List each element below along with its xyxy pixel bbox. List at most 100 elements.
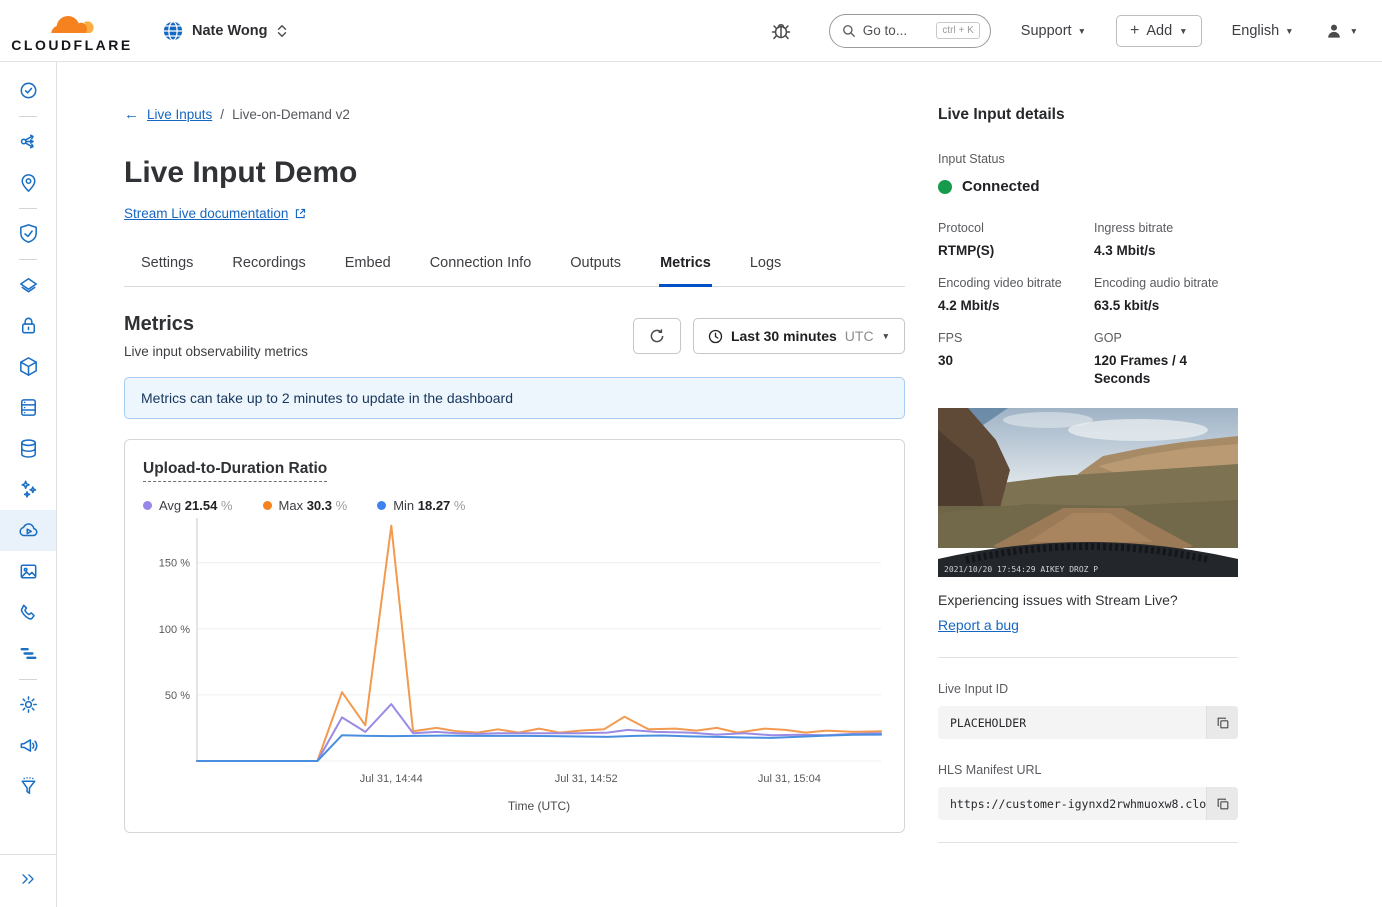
- upload-duration-chart-card: Upload-to-Duration Ratio Avg 21.54 %Max …: [124, 439, 905, 833]
- time-range-label: Last 30 minutes: [731, 328, 837, 344]
- sidebar-item-shield[interactable]: [0, 213, 56, 254]
- sidebar-item-network[interactable]: [0, 121, 56, 162]
- product-sidebar: [0, 62, 57, 907]
- svg-text:Jul 31, 15:04: Jul 31, 15:04: [758, 773, 821, 785]
- time-range-timezone: UTC: [845, 328, 874, 344]
- bars-icon: [17, 642, 40, 665]
- svg-text:Time (UTC): Time (UTC): [508, 799, 570, 813]
- live-input-id-value[interactable]: PLACEHOLDER: [938, 706, 1206, 739]
- divider: [938, 842, 1238, 843]
- sidebar-item-stream[interactable]: [0, 510, 56, 551]
- sidebar-expand-button[interactable]: [0, 854, 56, 907]
- sidebar-item-time-travel[interactable]: [0, 70, 56, 111]
- layers-bolt-icon: [17, 273, 40, 296]
- back-arrow-icon[interactable]: ←: [124, 106, 139, 123]
- live-preview-thumbnail[interactable]: 2021/10/20 17:54:29 AIKEY DROZ P: [938, 408, 1238, 577]
- svg-text:Jul 31, 14:44: Jul 31, 14:44: [360, 773, 423, 785]
- sidebar-item-database[interactable]: [0, 428, 56, 469]
- tab-settings[interactable]: Settings: [140, 249, 194, 287]
- sidebar-divider: [0, 674, 56, 684]
- chevron-down-icon: ▼: [882, 331, 890, 341]
- upload-duration-line-chart[interactable]: 50 % 100 % 150 % Jul 31, 14:44 Jul 31, 14:52…: [143, 513, 888, 817]
- tab-outputs[interactable]: Outputs: [569, 249, 622, 287]
- support-label: Support: [1021, 23, 1072, 39]
- account-name: Nate Wong: [192, 23, 267, 39]
- clock-icon: [708, 329, 723, 344]
- sidebar-divider: [0, 254, 56, 264]
- time-range-dropdown[interactable]: Last 30 minutes UTC ▼: [693, 318, 905, 354]
- detail-protocol: ProtocolRTMP(S): [938, 221, 1082, 260]
- breadcrumb-live-inputs-link[interactable]: Live Inputs: [147, 107, 212, 122]
- issues-question: Experiencing issues with Stream Live?: [938, 592, 1238, 608]
- sidebar-item-server[interactable]: [0, 387, 56, 428]
- bug-report-icon[interactable]: [769, 18, 793, 44]
- funnel-icon: [17, 775, 40, 798]
- stream-icon: [17, 519, 40, 542]
- copy-button[interactable]: [1206, 706, 1238, 739]
- support-menu[interactable]: Support ▼: [1021, 23, 1086, 39]
- refresh-icon: [649, 328, 665, 344]
- detail-ingress-bitrate: Ingress bitrate4.3 Mbit/s: [1094, 221, 1238, 260]
- sidebar-divider: [0, 203, 56, 213]
- sidebar-item-bars[interactable]: [0, 633, 56, 674]
- add-button[interactable]: + Add ▼: [1116, 15, 1202, 47]
- legend-item-max[interactable]: Max 30.3 %: [263, 498, 348, 513]
- report-bug-link[interactable]: Report a bug: [938, 617, 1019, 633]
- tab-bar: Settings Recordings Embed Connection Info Ou…: [124, 249, 905, 287]
- chevron-down-icon: ▼: [1350, 26, 1358, 36]
- copy-icon: [1216, 716, 1230, 730]
- page-title: Live Input Demo: [124, 156, 905, 190]
- search-placeholder: Go to...: [863, 23, 930, 38]
- megaphone-icon: [17, 734, 40, 757]
- svg-text:100 %: 100 %: [159, 624, 190, 636]
- sidebar-item-lock[interactable]: [0, 305, 56, 346]
- sidebar-item-map-pin[interactable]: [0, 162, 56, 203]
- user-menu[interactable]: ▼: [1324, 21, 1358, 41]
- legend-item-avg[interactable]: Avg 21.54 %: [143, 498, 233, 513]
- sidebar-item-gear[interactable]: [0, 684, 56, 725]
- sidebar-item-megaphone[interactable]: [0, 725, 56, 766]
- account-switcher[interactable]: Nate Wong: [162, 20, 289, 42]
- refresh-button[interactable]: [633, 318, 681, 354]
- hls-manifest-url-label: HLS Manifest URL: [938, 763, 1042, 777]
- sidebar-item-phone[interactable]: [0, 592, 56, 633]
- copy-button[interactable]: [1206, 787, 1238, 820]
- sidebar-item-images[interactable]: [0, 551, 56, 592]
- sidebar-item-cube[interactable]: [0, 346, 56, 387]
- sidebar-item-layers-bolt[interactable]: [0, 264, 56, 305]
- tab-connection-info[interactable]: Connection Info: [429, 249, 533, 287]
- globe-icon: [162, 20, 184, 42]
- metrics-section-heading: Metrics Live input observability metrics: [124, 313, 308, 359]
- stream-docs-link[interactable]: Stream Live documentation: [124, 206, 288, 221]
- section-subtitle: Live input observability metrics: [124, 344, 308, 359]
- language-menu[interactable]: English ▼: [1232, 23, 1294, 39]
- section-title: Metrics: [124, 313, 308, 336]
- live-input-details-panel: Live Input details Input Status Connecte…: [938, 106, 1238, 907]
- tab-recordings[interactable]: Recordings: [231, 249, 306, 287]
- legend-text: Max 30.3 %: [279, 498, 348, 513]
- preview-timestamp-overlay: 2021/10/20 17:54:29 AIKEY DROZ P: [944, 565, 1098, 574]
- sidebar-item-sparkles[interactable]: [0, 469, 56, 510]
- hls-manifest-url-value[interactable]: https://customer-igynxd2rwhmuoxw8.cloudf: [938, 787, 1206, 820]
- sort-chevrons-icon: [275, 23, 289, 39]
- server-icon: [17, 396, 40, 419]
- live-input-id-label: Live Input ID: [938, 682, 1008, 696]
- sidebar-divider: [0, 111, 56, 121]
- global-search-input[interactable]: Go to... ctrl + K: [829, 14, 991, 48]
- page-content: ← Live Inputs / Live-on-Demand v2 Live I…: [57, 62, 1382, 907]
- breadcrumb: ← Live Inputs / Live-on-Demand v2: [124, 106, 905, 123]
- svg-text:Jul 31, 14:52: Jul 31, 14:52: [555, 773, 618, 785]
- svg-text:150 %: 150 %: [159, 558, 190, 570]
- sidebar-item-funnel[interactable]: [0, 766, 56, 807]
- tab-logs[interactable]: Logs: [749, 249, 782, 287]
- add-label: Add: [1146, 23, 1172, 39]
- svg-text:50 %: 50 %: [165, 690, 190, 702]
- chevron-down-icon: ▼: [1179, 26, 1187, 36]
- search-icon: [842, 24, 856, 38]
- live-input-id-field: PLACEHOLDER: [938, 706, 1238, 739]
- legend-item-min[interactable]: Min 18.27 %: [377, 498, 465, 513]
- status-connected-dot: [938, 180, 952, 194]
- tab-embed[interactable]: Embed: [344, 249, 392, 287]
- tab-metrics[interactable]: Metrics: [659, 249, 712, 287]
- cloudflare-logo[interactable]: CLOUDFLARE: [16, 9, 128, 53]
